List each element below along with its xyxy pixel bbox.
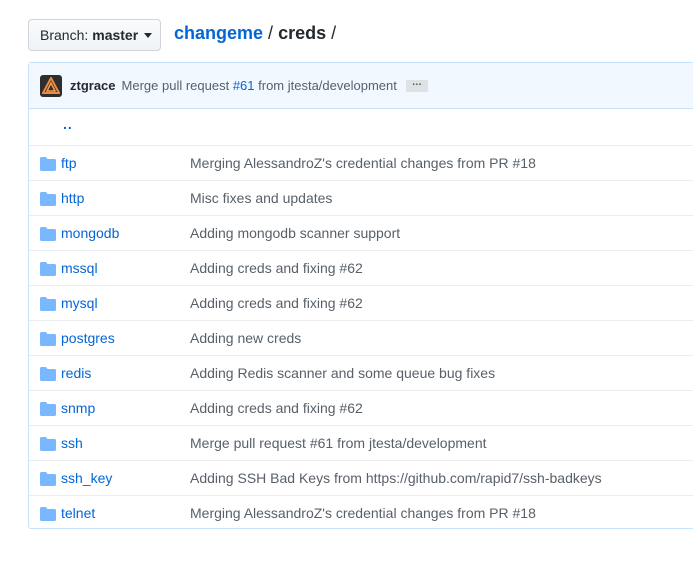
breadcrumb-current-dir: creds [278, 23, 327, 43]
folder-icon [40, 297, 56, 311]
file-row[interactable]: redis Adding Redis scanner and some queu… [29, 355, 693, 390]
repo-header: Branch: master changeme / creds / [0, 0, 693, 62]
folder-icon [40, 192, 56, 206]
commit-message[interactable]: Merge pull request #61 from jtesta/devel… [122, 78, 397, 93]
commit-message-suffix: from jtesta/development [254, 78, 397, 93]
breadcrumb: changeme / creds / [174, 21, 341, 45]
file-commit-message[interactable]: Adding new creds [190, 330, 301, 346]
commit-message-prefix: Merge pull request [121, 78, 233, 93]
file-row[interactable]: mysql Adding creds and fixing #62 [29, 285, 693, 320]
file-commit-message[interactable]: Adding creds and fixing #62 [190, 295, 363, 311]
file-row[interactable]: snmp Adding creds and fixing #62 [29, 390, 693, 425]
folder-icon [40, 227, 56, 241]
folder-icon [40, 402, 56, 416]
file-name-link[interactable]: mssql [61, 260, 98, 276]
file-name-link[interactable]: ssh_key [61, 470, 112, 486]
file-commit-message[interactable]: Merging AlessandroZ's credential changes… [190, 505, 536, 521]
latest-commit-bar: ztgrace Merge pull request #61 from jtes… [29, 63, 693, 109]
folder-icon [40, 507, 56, 521]
avatar[interactable] [40, 74, 62, 97]
file-name-link[interactable]: http [61, 190, 84, 206]
file-commit-message[interactable]: Adding SSH Bad Keys from https://github.… [190, 470, 602, 486]
file-row[interactable]: http Misc fixes and updates [29, 180, 693, 215]
file-name-link[interactable]: snmp [61, 400, 95, 416]
file-commit-message[interactable]: Merge pull request #61 from jtesta/devel… [190, 435, 487, 451]
file-commit-message[interactable]: Adding mongodb scanner support [190, 225, 400, 241]
file-commit-message[interactable]: Adding creds and fixing #62 [190, 260, 363, 276]
folder-icon [40, 437, 56, 451]
file-name-link[interactable]: telnet [61, 505, 95, 521]
triangle-logo-icon [42, 76, 60, 94]
branch-prefix: Branch: [40, 27, 89, 43]
folder-icon [40, 157, 56, 171]
folder-icon [40, 262, 56, 276]
expand-commit-button[interactable]: … [405, 77, 428, 92]
file-name-link[interactable]: ftp [61, 155, 77, 171]
file-row[interactable]: mongodb Adding mongodb scanner support [29, 215, 693, 250]
file-name-link[interactable]: redis [61, 365, 91, 381]
file-commit-message[interactable]: Misc fixes and updates [190, 190, 332, 206]
file-row[interactable]: ftp Merging AlessandroZ's credential cha… [29, 145, 693, 180]
file-commit-message[interactable]: Adding Redis scanner and some queue bug … [190, 365, 495, 381]
file-row[interactable]: postgres Adding new creds [29, 320, 693, 355]
breadcrumb-repo-link[interactable]: changeme [174, 21, 263, 45]
commit-author-link[interactable]: ztgrace [70, 78, 116, 93]
file-commit-message[interactable]: Adding creds and fixing #62 [190, 400, 363, 416]
branch-select-button[interactable]: Branch: master [28, 19, 161, 51]
file-name-link[interactable]: ssh [61, 435, 83, 451]
file-name-link[interactable]: mongodb [61, 225, 119, 241]
file-listing: ztgrace Merge pull request #61 from jtes… [28, 62, 693, 529]
breadcrumb-separator: / [331, 23, 337, 43]
folder-icon [40, 367, 56, 381]
folder-icon [40, 332, 56, 346]
file-rows: .. ftp Merging AlessandroZ's credential … [29, 109, 693, 530]
file-commit-message[interactable]: Merging AlessandroZ's credential changes… [190, 155, 536, 171]
file-row[interactable]: telnet Merging AlessandroZ's credential … [29, 495, 693, 530]
commit-pr-link[interactable]: #61 [233, 78, 255, 93]
parent-dir-row[interactable]: .. [29, 109, 693, 145]
file-name-link[interactable]: postgres [61, 330, 115, 346]
parent-dir-link[interactable]: .. [63, 116, 73, 132]
branch-name: master [92, 27, 139, 43]
breadcrumb-separator: / [268, 23, 274, 43]
file-row[interactable]: ssh Merge pull request #61 from jtesta/d… [29, 425, 693, 460]
file-row[interactable]: ssh_key Adding SSH Bad Keys from https:/… [29, 460, 693, 495]
folder-icon [40, 472, 56, 486]
file-row[interactable]: mssql Adding creds and fixing #62 [29, 250, 693, 285]
file-name-link[interactable]: mysql [61, 295, 98, 311]
caret-down-icon [144, 32, 153, 38]
